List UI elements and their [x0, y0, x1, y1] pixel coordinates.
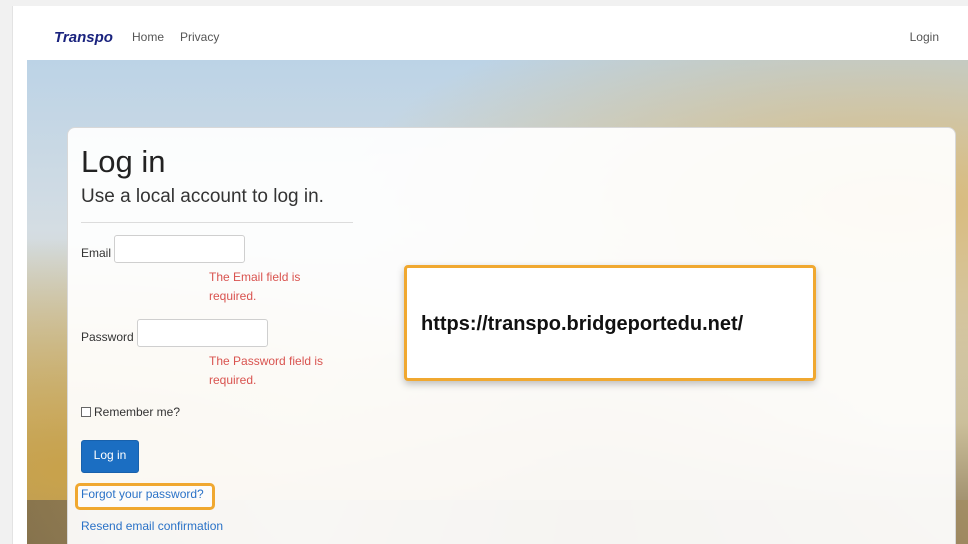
url-callout-text: https://transpo.bridgeportedu.net/	[421, 313, 744, 335]
email-input[interactable]	[114, 235, 245, 263]
forgot-password-link[interactable]: Forgot your password?	[81, 487, 204, 501]
remember-me-row[interactable]: Remember me?	[81, 405, 180, 419]
email-error-message: The Email field is required.	[209, 270, 301, 303]
remember-me-checkbox[interactable]	[81, 407, 91, 417]
navbar: Transpo Home Privacy Login	[13, 6, 968, 56]
password-input[interactable]	[137, 319, 268, 347]
nav-login-link[interactable]: Login	[910, 30, 939, 44]
password-error-message: The Password field is required.	[209, 354, 324, 387]
url-callout: https://transpo.bridgeportedu.net/	[404, 265, 816, 381]
page-title: Log in	[81, 144, 166, 179]
email-label: Email	[81, 246, 112, 260]
page-subtitle: Use a local account to log in.	[81, 186, 324, 207]
hero-background: Log in Use a local account to log in. Em…	[27, 60, 968, 544]
brand-logo[interactable]: Transpo	[54, 29, 113, 46]
password-label: Password	[81, 330, 134, 344]
divider	[81, 222, 353, 223]
remember-me-label: Remember me?	[94, 405, 181, 419]
page: Transpo Home Privacy Login Log in Use a …	[12, 6, 968, 544]
nav-privacy-link[interactable]: Privacy	[180, 30, 219, 44]
nav-home-link[interactable]: Home	[132, 30, 164, 44]
resend-confirmation-link[interactable]: Resend email confirmation	[81, 519, 223, 533]
login-button[interactable]: Log in	[81, 440, 139, 473]
login-card: Log in Use a local account to log in. Em…	[67, 127, 956, 544]
